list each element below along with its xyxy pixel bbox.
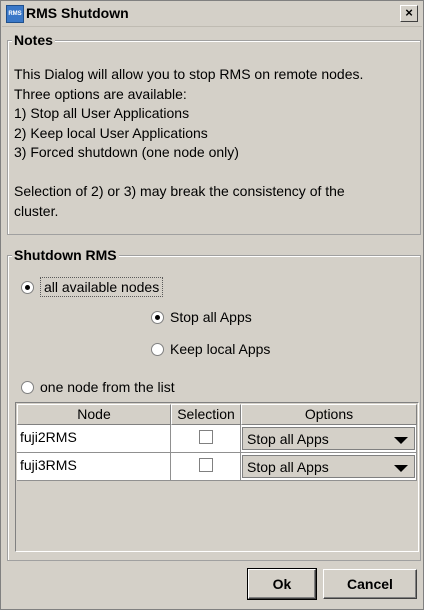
rms-shutdown-dialog: RMS RMS Shutdown × Notes This Dialog wil…	[0, 0, 424, 610]
stop-all-label: Stop all Apps	[170, 309, 252, 325]
radio-checked-icon	[151, 310, 164, 324]
radio-unchecked-icon	[21, 380, 34, 394]
options-cell[interactable]: Stop all Apps	[241, 453, 417, 481]
node-table: Node Selection Options fuji2RMS Stop all…	[15, 402, 419, 552]
column-header-options[interactable]: Options	[241, 404, 417, 425]
notes-line: 1) Stop all User Applications	[14, 105, 190, 121]
selection-checkbox[interactable]	[198, 430, 213, 444]
notes-group: Notes This Dialog will allow you to stop…	[7, 32, 421, 235]
all-nodes-label: all available nodes	[40, 277, 164, 297]
cancel-button[interactable]: Cancel	[323, 569, 417, 599]
notes-line	[14, 163, 396, 183]
options-value: Stop all Apps	[247, 431, 329, 447]
keep-local-label: Keep local Apps	[170, 341, 271, 357]
one-node-label: one node from the list	[40, 379, 175, 395]
notes-line: This Dialog will allow you to stop RMS o…	[14, 66, 364, 82]
options-value: Stop all Apps	[247, 459, 329, 475]
node-name: fuji2RMS	[20, 429, 77, 445]
table-row[interactable]: fuji3RMS	[17, 453, 171, 481]
window-title: RMS Shutdown	[26, 5, 129, 21]
options-dropdown[interactable]: Stop all Apps	[242, 455, 415, 478]
options-cell[interactable]: Stop all Apps	[241, 425, 417, 453]
notes-text: This Dialog will allow you to stop RMS o…	[14, 65, 396, 221]
ok-label: Ok	[272, 576, 292, 592]
notes-line: 3) Forced shutdown (one node only)	[14, 144, 239, 160]
dropdown-arrow-icon	[394, 465, 408, 472]
notes-line: cluster.	[14, 202, 59, 219]
selection-cell[interactable]	[171, 453, 241, 481]
selection-checkbox[interactable]	[198, 458, 213, 472]
close-icon: ×	[405, 5, 413, 20]
notes-line: 2) Keep local User Applications	[14, 124, 208, 141]
options-dropdown[interactable]: Stop all Apps	[242, 427, 415, 450]
close-button[interactable]: ×	[400, 5, 418, 22]
ok-button[interactable]: Ok	[247, 568, 317, 600]
stop-all-apps-radio[interactable]: Stop all Apps	[151, 309, 252, 325]
cancel-label: Cancel	[347, 576, 393, 592]
app-icon: RMS	[6, 5, 24, 23]
selection-cell[interactable]	[171, 425, 241, 453]
keep-local-apps-radio[interactable]: Keep local Apps	[151, 341, 270, 357]
notes-title: Notes	[12, 32, 55, 48]
column-header-selection[interactable]: Selection	[171, 404, 241, 425]
radio-unchecked-icon	[151, 342, 164, 356]
notes-line: Three options are available:	[14, 85, 187, 102]
all-nodes-radio[interactable]: all available nodes	[21, 277, 164, 297]
column-header-node[interactable]: Node	[17, 404, 171, 425]
radio-checked-icon	[21, 280, 34, 294]
one-node-radio[interactable]: one node from the list	[21, 379, 175, 395]
notes-line: Selection of 2) or 3) may break the cons…	[14, 183, 345, 199]
title-bar: RMS RMS Shutdown ×	[2, 2, 422, 27]
shutdown-title: Shutdown RMS	[12, 247, 119, 263]
dropdown-arrow-icon	[394, 437, 408, 444]
node-name: fuji3RMS	[20, 457, 77, 473]
table-row[interactable]: fuji2RMS	[17, 425, 171, 453]
